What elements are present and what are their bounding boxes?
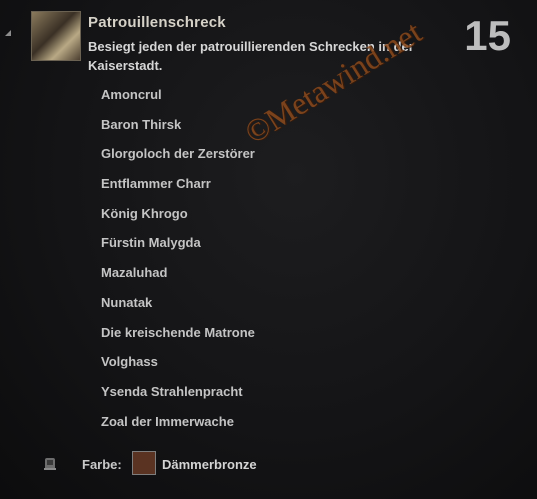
criteria-list: Amoncrul Baron Thirsk Glorgoloch der Zer…	[101, 84, 255, 440]
list-item: König Khrogo	[101, 205, 188, 221]
list-item: Nunatak	[101, 294, 153, 310]
list-item: Ysenda Strahlenpracht	[101, 383, 243, 399]
watermark: ©Metawind.net	[238, 13, 428, 151]
achievement-points: 15	[464, 12, 511, 59]
color-swatch	[132, 451, 156, 475]
reward-label: Farbe:	[82, 457, 122, 472]
list-item: Die kreischende Matrone	[101, 324, 255, 340]
list-item: Amoncrul	[101, 87, 162, 102]
list-item: Glorgoloch der Zerstörer	[101, 146, 255, 162]
achievement-title: Patrouillenschreck	[88, 14, 226, 31]
collapse-arrow-icon[interactable]	[5, 30, 11, 36]
list-item: Zoal der Immerwache	[101, 413, 234, 429]
list-item: Entflammer Charr	[101, 176, 211, 192]
list-item: Volghass	[101, 354, 158, 370]
dye-icon	[44, 458, 56, 470]
list-item: Fürstin Malygda	[101, 235, 201, 251]
list-item: Mazaluhad	[101, 265, 168, 281]
achievement-icon	[31, 11, 81, 61]
reward-name: Dämmerbronze	[162, 457, 257, 472]
list-item: Baron Thirsk	[101, 116, 182, 132]
